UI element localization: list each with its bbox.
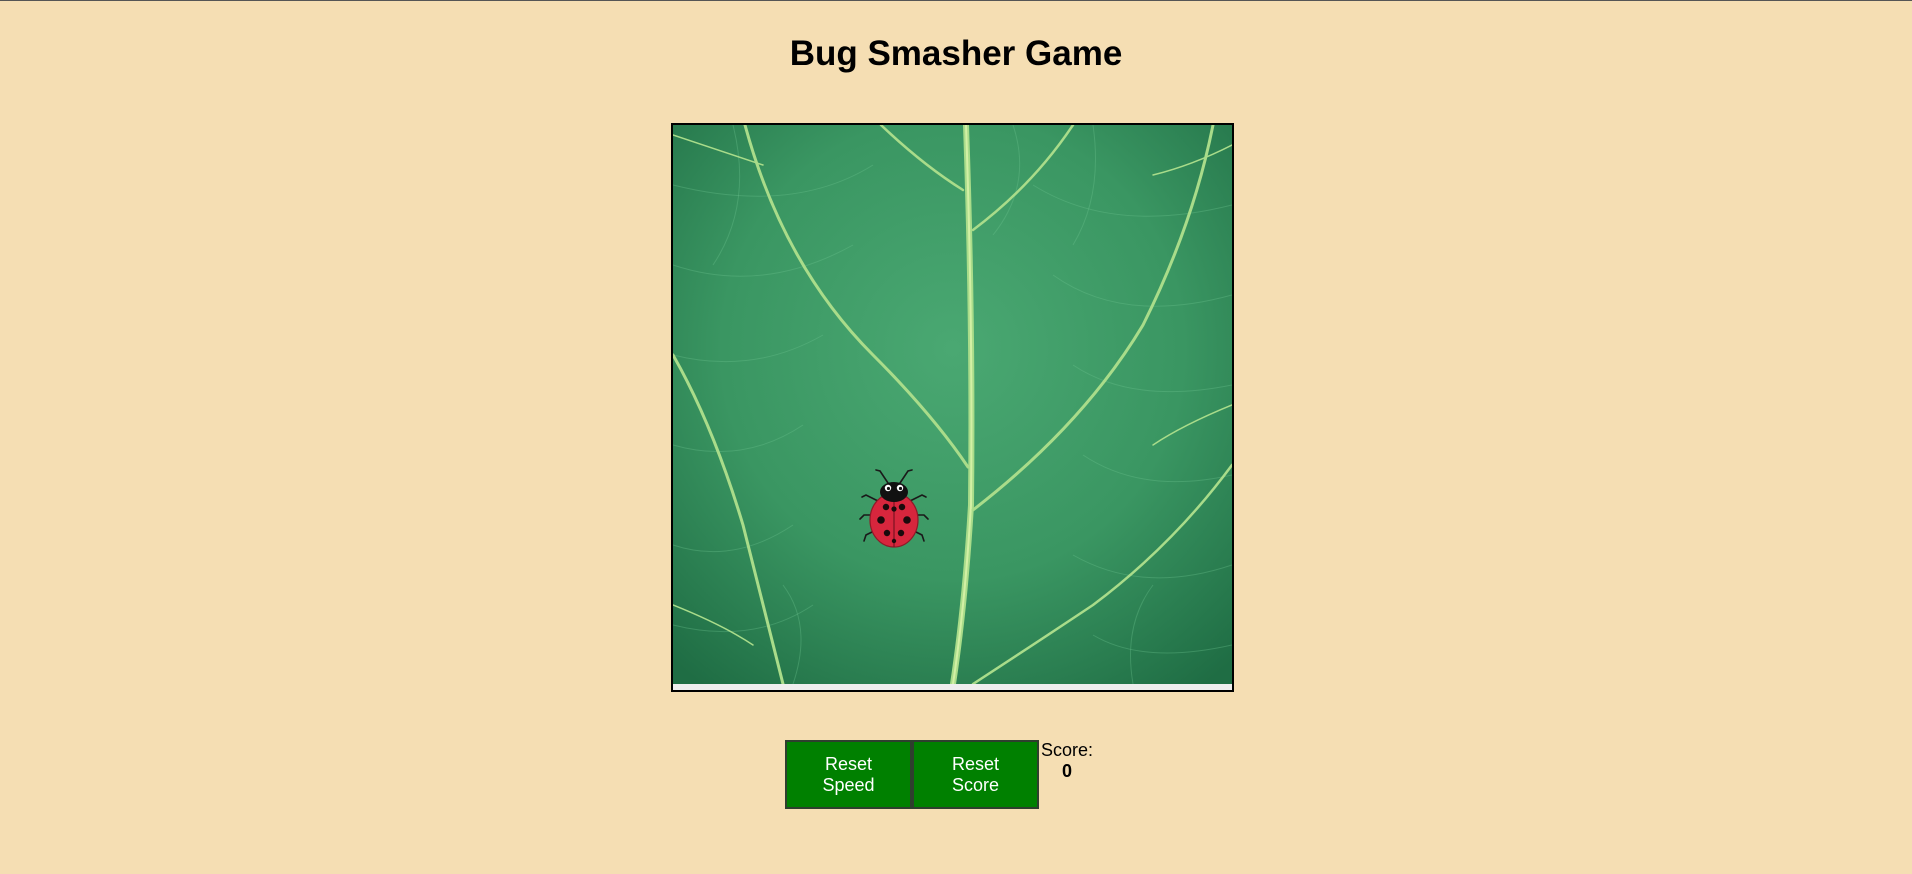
- reset-speed-button[interactable]: Reset Speed: [785, 740, 912, 809]
- ladybug-icon[interactable]: [856, 465, 932, 555]
- score-display: Score: 0: [1041, 740, 1093, 782]
- score-label: Score:: [1041, 740, 1094, 760]
- score-value: 0: [1062, 761, 1073, 781]
- page-title: Bug Smasher Game: [789, 34, 1123, 73]
- controls: Reset Speed Reset Score Score: 0: [785, 740, 1093, 809]
- leaf-background: [673, 125, 1232, 684]
- game-board[interactable]: [671, 123, 1234, 692]
- reset-score-button[interactable]: Reset Score: [912, 740, 1039, 809]
